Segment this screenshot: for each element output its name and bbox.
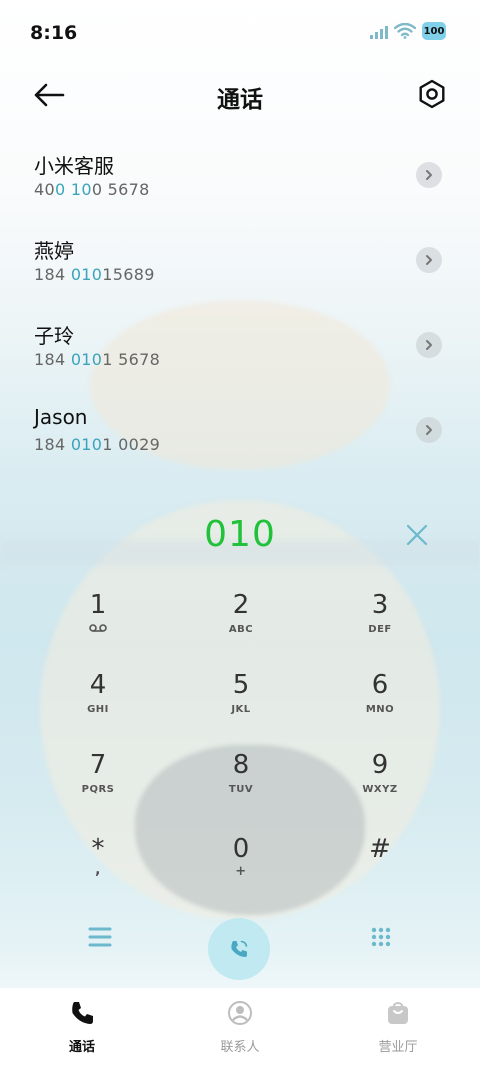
key-2[interactable]: 2 ABC — [181, 588, 301, 660]
top-app-bar: 通话 — [0, 70, 480, 120]
key-digit: 6 — [371, 670, 389, 700]
chevron-right-icon — [426, 255, 432, 265]
key-letters: TUV — [228, 784, 254, 795]
key-letters: DEF — [368, 624, 392, 635]
key-letters: JKL — [231, 704, 251, 715]
voicemail-icon — [89, 624, 107, 632]
tab-calls[interactable]: 通话 — [32, 1000, 132, 1055]
key-digit: * — [91, 834, 105, 864]
key-digit: # — [369, 834, 391, 864]
battery-icon: 100 — [422, 22, 446, 40]
contact-icon — [228, 1001, 252, 1025]
suggestion-row[interactable]: 子玲 184 0101 5678 — [0, 310, 480, 390]
key-digit: 3 — [371, 590, 389, 620]
tab-store[interactable]: 营业厅 — [348, 1000, 448, 1055]
status-icons: 100 — [370, 22, 446, 40]
key-digit: 9 — [371, 750, 389, 780]
chevron-right-icon — [426, 170, 432, 180]
number-part: 1 5678 — [102, 350, 161, 369]
chevron-right-icon — [426, 340, 432, 350]
number-part: 184 — [34, 435, 71, 454]
key-6[interactable]: 6 MNO — [320, 668, 440, 740]
chevron-right-icon — [426, 425, 432, 435]
menu-icon[interactable] — [88, 926, 112, 948]
wifi-icon — [394, 23, 416, 39]
key-5[interactable]: 5 JKL — [181, 668, 301, 740]
key-letters: MNO — [365, 704, 395, 715]
clear-icon[interactable] — [404, 522, 430, 548]
suggestion-row[interactable]: 小米客服 400 100 5678 — [0, 140, 480, 220]
key-8[interactable]: 8 TUV — [181, 748, 301, 820]
key-7[interactable]: 7 PQRS — [38, 748, 158, 820]
key-digit: 4 — [89, 670, 107, 700]
key-digit: 8 — [232, 750, 250, 780]
keypad-grid-icon[interactable] — [370, 926, 392, 948]
store-bag-icon — [388, 1002, 408, 1024]
number-part: 184 — [34, 350, 71, 369]
number-part: 15689 — [102, 265, 155, 284]
number-match: 10 — [70, 180, 92, 199]
key-letters: WXYZ — [362, 784, 398, 795]
key-letters: GHI — [87, 704, 109, 715]
tab-label: 通话 — [68, 1040, 95, 1055]
key-3[interactable]: 3 DEF — [320, 588, 440, 660]
settings-icon[interactable] — [416, 78, 448, 110]
contact-name: Jason — [34, 405, 88, 429]
details-button[interactable] — [416, 417, 442, 443]
status-time: 8:16 — [30, 22, 78, 44]
number-match: 010 — [70, 265, 103, 284]
number-match: 010 — [70, 350, 103, 369]
key-letters: + — [235, 864, 247, 879]
key-0[interactable]: 0 + — [181, 832, 301, 904]
number-match: 0 — [54, 180, 66, 199]
contact-name: 燕婷 — [34, 239, 74, 263]
contact-name: 子玲 — [34, 324, 74, 348]
details-button[interactable] — [416, 162, 442, 188]
details-button[interactable] — [416, 247, 442, 273]
key-4[interactable]: 4 GHI — [38, 668, 158, 740]
number-part: 1 0029 — [102, 435, 161, 454]
key-9[interactable]: 9 WXYZ — [320, 748, 440, 820]
key-digit: 2 — [232, 590, 250, 620]
key-star[interactable]: * , — [38, 832, 158, 904]
contact-number: 184 0101 0029 — [34, 435, 160, 454]
page-title: 通话 — [217, 87, 263, 113]
bottom-tab-bar: 通话 联系人 营业厅 — [0, 988, 480, 1067]
signal-icon — [370, 23, 388, 39]
contact-number: 184 01015689 — [34, 265, 155, 284]
number-part: 0 5678 — [91, 180, 150, 199]
contact-name: 小米客服 — [34, 154, 114, 178]
contact-number: 184 0101 5678 — [34, 350, 160, 369]
key-1[interactable]: 1 — [38, 588, 158, 660]
tab-label: 营业厅 — [378, 1040, 418, 1055]
contact-number: 400 100 5678 — [34, 180, 150, 199]
key-digit: 7 — [89, 750, 107, 780]
dial-display: 010 — [0, 510, 480, 564]
key-hash[interactable]: # — [320, 832, 440, 904]
key-digit: 0 — [232, 834, 250, 864]
suggestion-row[interactable]: 燕婷 184 01015689 — [0, 225, 480, 305]
tab-contacts[interactable]: 联系人 — [190, 1000, 290, 1055]
call-icon — [231, 940, 248, 957]
number-part: 40 — [34, 180, 55, 199]
key-letters: PQRS — [81, 784, 115, 795]
status-bar: 8:16 100 — [0, 0, 480, 64]
number-part: 184 — [34, 265, 71, 284]
call-button[interactable] — [208, 918, 270, 980]
phone-icon — [72, 1002, 93, 1024]
key-digit: 5 — [232, 670, 250, 700]
suggestion-row[interactable]: Jason 184 0101 0029 — [0, 395, 480, 475]
key-letters: , — [95, 862, 101, 878]
details-button[interactable] — [416, 332, 442, 358]
number-match: 010 — [70, 435, 103, 454]
key-letters: ABC — [228, 624, 254, 635]
tab-label: 联系人 — [220, 1040, 260, 1055]
key-digit: 1 — [89, 590, 107, 620]
